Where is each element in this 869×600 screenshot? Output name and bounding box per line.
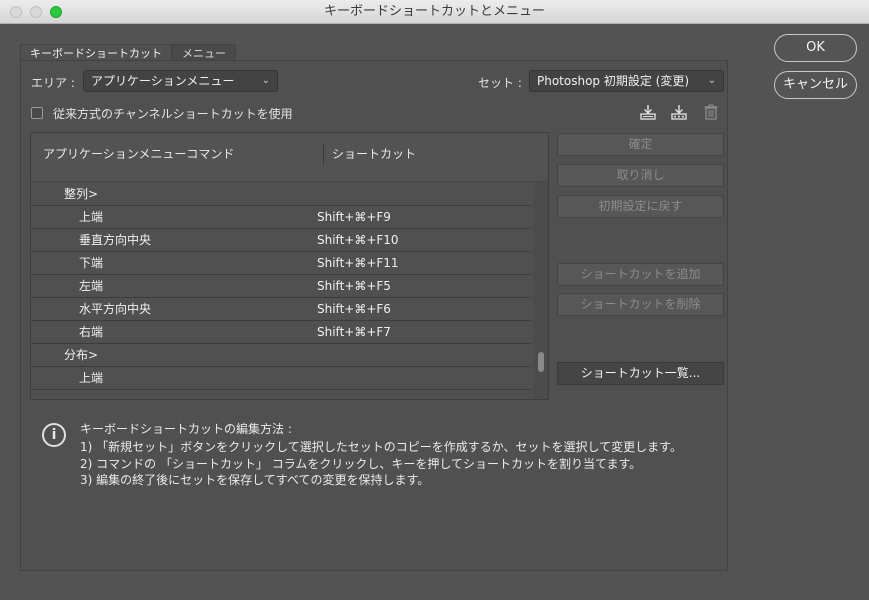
shortcut-cell[interactable]: Shift+⌘+F6 <box>317 298 391 321</box>
minimize-window-button[interactable] <box>30 6 42 18</box>
command-cell: 左端 <box>79 279 104 293</box>
chevron-down-icon: ⌄ <box>707 75 716 86</box>
tab-bar: キーボードショートカット メニュー <box>20 44 236 61</box>
legacy-channel-shortcuts-checkbox[interactable] <box>31 107 43 119</box>
scrollbar-thumb[interactable] <box>538 352 544 372</box>
table-row[interactable]: 上端 Shift+⌘+F9 <box>31 206 531 229</box>
command-cell: 下端 <box>79 256 104 270</box>
window-titlebar: キーボードショートカットとメニュー <box>0 0 869 24</box>
column-header-command[interactable]: アプリケーションメニューコマンド <box>43 145 234 162</box>
command-cell: 右端 <box>79 325 104 339</box>
command-cell: 上端 <box>79 371 104 385</box>
command-cell: 水平方向中央 <box>79 302 152 316</box>
zoom-window-button[interactable] <box>50 6 62 18</box>
table-row[interactable]: 水平方向中央 Shift+⌘+F6 <box>31 298 531 321</box>
shortcut-cell[interactable]: Shift+⌘+F5 <box>317 275 391 298</box>
shortcut-cell[interactable]: Shift+⌘+F11 <box>317 252 399 275</box>
shortcut-cell[interactable]: Shift+⌘+F7 <box>317 321 391 344</box>
area-label: エリア : <box>31 76 75 90</box>
table-row[interactable]: 上端 <box>31 367 531 390</box>
command-cell: 整列> <box>64 187 99 201</box>
table-row[interactable]: 左端 Shift+⌘+F5 <box>31 275 531 298</box>
table-row[interactable]: 分布> <box>31 344 531 367</box>
command-cell: 分布> <box>64 348 99 362</box>
new-set-icon[interactable] <box>670 103 688 121</box>
window-title: キーボードショートカットとメニュー <box>323 4 545 19</box>
info-line: 1) 「新規セット」ボタンをクリックして選択したセットのコピーを作成するか、セッ… <box>80 440 682 454</box>
chevron-down-icon: ⌄ <box>261 75 270 86</box>
delete-shortcut-button[interactable]: ショートカットを削除 <box>557 293 724 316</box>
info-line: 3) 編集の終了後にセットを保存してすべての変更を保持します。 <box>80 473 430 487</box>
legacy-channel-shortcuts-label[interactable]: 従来方式のチャンネルショートカットを使用 <box>53 105 293 122</box>
close-window-button[interactable] <box>10 6 22 18</box>
info-line: 2) コマンドの 「ショートカット」 コラムをクリックし、キーを押してショートカ… <box>80 457 642 471</box>
tab-keyboard-shortcuts[interactable]: キーボードショートカット <box>20 44 172 61</box>
command-cell: 上端 <box>79 210 104 224</box>
table-row[interactable]: 整列> <box>31 183 531 206</box>
set-label: セット : <box>478 76 522 90</box>
delete-set-icon[interactable] <box>702 103 720 121</box>
table-header: アプリケーションメニューコマンド ショートカット <box>31 133 548 183</box>
command-cell: 垂直方向中央 <box>79 233 152 247</box>
area-select[interactable]: アプリケーションメニュー ⌄ <box>83 70 278 92</box>
undo-button[interactable]: 取り消し <box>557 164 724 187</box>
use-default-button[interactable]: 初期設定に戻す <box>557 195 724 218</box>
add-shortcut-button[interactable]: ショートカットを追加 <box>557 263 724 286</box>
table-scrollbar[interactable] <box>533 183 548 399</box>
area-select-value: アプリケーションメニュー <box>91 74 235 88</box>
column-divider <box>323 143 324 165</box>
table-rows: 整列> 上端 Shift+⌘+F9 垂直方向中央 Shift+⌘+F10 下端 … <box>31 183 531 390</box>
info-icon: i <box>42 423 66 447</box>
table-row[interactable]: 下端 Shift+⌘+F11 <box>31 252 531 275</box>
info-heading: キーボードショートカットの編集方法 : <box>80 422 292 436</box>
shortcut-table: アプリケーションメニューコマンド ショートカット 整列> 上端 Shift+⌘+… <box>30 132 549 400</box>
summarize-button[interactable]: ショートカット一覧... <box>557 362 724 385</box>
tab-menus[interactable]: メニュー <box>172 44 236 61</box>
set-select-value: Photoshop 初期設定 (変更) <box>537 74 690 88</box>
shortcut-cell[interactable]: Shift+⌘+F9 <box>317 206 391 229</box>
table-row[interactable]: 右端 Shift+⌘+F7 <box>31 321 531 344</box>
ok-button[interactable]: OK <box>774 34 857 62</box>
save-set-icon[interactable] <box>639 103 657 121</box>
set-select[interactable]: Photoshop 初期設定 (変更) ⌄ <box>529 70 724 92</box>
accept-button[interactable]: 確定 <box>557 133 724 156</box>
column-header-shortcut[interactable]: ショートカット <box>332 145 416 162</box>
table-row[interactable]: 垂直方向中央 Shift+⌘+F10 <box>31 229 531 252</box>
cancel-button[interactable]: キャンセル <box>774 71 857 99</box>
shortcut-cell[interactable]: Shift+⌘+F10 <box>317 229 399 252</box>
